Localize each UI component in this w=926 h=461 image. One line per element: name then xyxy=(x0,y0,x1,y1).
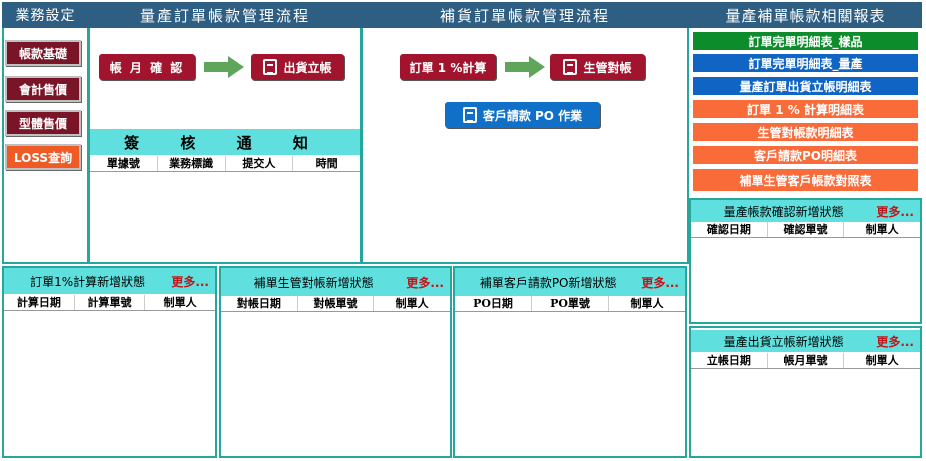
calc-status-title: 訂單1%計算新增狀態 xyxy=(30,274,146,289)
report-link-sample-completion[interactable]: 訂單完單明細表_樣品 xyxy=(692,31,919,51)
report-link-replenish-comparison[interactable]: 補單生管客戶帳款對照表 xyxy=(692,168,919,192)
sidebar-item-model-price[interactable]: 型體售價 xyxy=(5,110,81,136)
column-header: 業務標識 xyxy=(158,156,226,171)
business-settings-header: 業務設定 xyxy=(2,2,89,28)
confirm-status-header: 量產帳款確認新增狀態 更多... xyxy=(691,200,920,222)
column-header: PO單號 xyxy=(532,296,609,311)
report-link-mass-shipment-posting[interactable]: 量產訂單出貨立帳明細表 xyxy=(692,76,919,96)
shipment-posting-button[interactable]: 出貨立帳 xyxy=(251,54,344,80)
column-header: 計算日期 xyxy=(4,295,75,310)
column-header: 制單人 xyxy=(865,354,899,367)
production-reconcile-label: 生管對帳 xyxy=(583,60,632,75)
confirm-status-title: 量產帳款確認新增狀態 xyxy=(723,204,844,219)
po-status-title: 補單客戶請款PO新增狀態 xyxy=(479,275,617,290)
column-header: 制單人 xyxy=(865,223,899,236)
column-header: 確認日期 xyxy=(691,222,768,237)
reports-header: 量產補單帳款相關報表 xyxy=(689,2,922,28)
mass-flow-header: 量產訂單帳款管理流程 xyxy=(88,2,362,28)
shipment-status-header: 量產出貨立帳新增狀態 更多... xyxy=(691,330,920,352)
sidebar-item-loss-query[interactable]: LOSS查詢 xyxy=(5,144,81,170)
account-month-confirm-label: 帳 月 確 認 xyxy=(109,60,185,75)
column-header: 制單人 xyxy=(630,297,664,310)
more-link[interactable]: 更多... xyxy=(406,274,444,291)
column-header: 對帳單號 xyxy=(298,296,375,311)
replenish-flow-panel xyxy=(361,2,689,264)
customer-po-billing-button[interactable]: 客戶請款 PO 作業 xyxy=(445,102,600,128)
arrow-right-icon xyxy=(505,56,545,78)
reconcile-status-header: 補單生管對帳新增狀態 更多... xyxy=(221,268,450,296)
po-status-header: 補單客戶請款PO新增狀態 更多... xyxy=(455,268,685,296)
column-header: PO日期 xyxy=(455,296,532,311)
column-header: 立帳日期 xyxy=(691,353,768,368)
calc-status-header: 訂單1%計算新增狀態 更多... xyxy=(4,268,215,294)
shipment-posting-label: 出貨立帳 xyxy=(283,60,332,75)
report-link-production-reconcile[interactable]: 生管對帳款明細表 xyxy=(692,122,919,142)
report-link-customer-po-billing[interactable]: 客戶請款PO明細表 xyxy=(692,145,919,165)
document-icon xyxy=(462,107,477,123)
more-link[interactable]: 更多... xyxy=(171,273,209,290)
column-header: 時間 xyxy=(315,157,338,170)
reconcile-status-title: 補單生管對帳新增狀態 xyxy=(253,275,374,290)
sign-notice-title: 簽 核 通 知 xyxy=(90,129,360,155)
column-header: 對帳日期 xyxy=(221,296,298,311)
shipment-status-columns: 立帳日期 帳月單號 制單人 xyxy=(691,353,920,369)
column-header: 計算單號 xyxy=(75,295,146,310)
confirm-status-columns: 確認日期 確認單號 制單人 xyxy=(691,222,920,238)
order-one-percent-calc-button[interactable]: 訂單 1 %計算 xyxy=(400,54,496,80)
column-header: 制單人 xyxy=(163,296,197,309)
report-link-one-percent-calc[interactable]: 訂單 1 % 計算明細表 xyxy=(692,99,919,119)
column-header: 制單人 xyxy=(395,297,429,310)
order-one-percent-calc-label: 訂單 1 %計算 xyxy=(409,60,487,75)
sign-notice-columns: 單據號 業務標識 提交人 時間 xyxy=(90,156,360,172)
calc-status-columns: 計算日期 計算單號 制單人 xyxy=(4,295,215,311)
report-link-mass-completion[interactable]: 訂單完單明細表_量產 xyxy=(692,53,919,73)
column-header: 單據號 xyxy=(90,156,158,171)
customer-po-billing-label: 客戶請款 PO 作業 xyxy=(482,108,583,123)
more-link[interactable]: 更多... xyxy=(876,203,914,220)
document-icon xyxy=(563,59,578,75)
replenish-flow-header: 補貨訂單帳款管理流程 xyxy=(361,2,689,28)
account-month-confirm-button[interactable]: 帳 月 確 認 xyxy=(99,54,195,80)
sidebar-item-accounting-price[interactable]: 會計售價 xyxy=(5,76,81,102)
document-icon xyxy=(263,59,278,75)
column-header: 帳月單號 xyxy=(768,353,845,368)
column-header: 提交人 xyxy=(226,156,294,171)
more-link[interactable]: 更多... xyxy=(641,274,679,291)
po-status-columns: PO日期 PO單號 制單人 xyxy=(455,296,685,312)
reconcile-status-columns: 對帳日期 對帳單號 制單人 xyxy=(221,296,450,312)
more-link[interactable]: 更多... xyxy=(876,333,914,350)
shipment-status-title: 量產出貨立帳新增狀態 xyxy=(723,334,844,349)
production-reconcile-button[interactable]: 生管對帳 xyxy=(550,54,645,80)
arrow-right-icon xyxy=(204,56,244,78)
column-header: 確認單號 xyxy=(768,222,845,237)
sidebar-item-account-basics[interactable]: 帳款基礎 xyxy=(5,40,81,66)
